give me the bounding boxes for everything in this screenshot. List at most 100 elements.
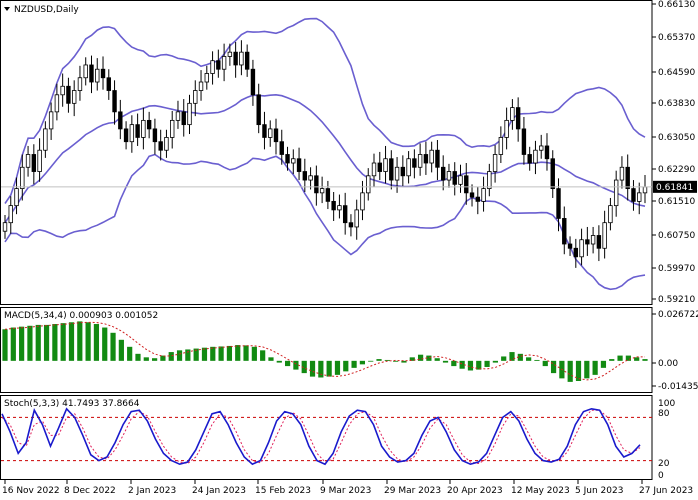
candle-body[interactable] — [302, 171, 308, 181]
macd-histogram-bar[interactable] — [417, 354, 424, 361]
candle-body[interactable] — [585, 239, 590, 245]
candle-body[interactable] — [221, 56, 227, 70]
macd-histogram-bar[interactable] — [35, 324, 41, 361]
trading-chart[interactable]: 0.61841 0.66130 0.65370 0.64590 0.63830 0.63… — [0, 0, 698, 500]
candle-body[interactable] — [475, 196, 480, 202]
macd-histogram-bar[interactable] — [368, 360, 374, 362]
macd-histogram-bar[interactable] — [135, 353, 141, 361]
candle-body[interactable] — [285, 154, 290, 164]
candle-body[interactable] — [273, 128, 279, 143]
candle-body[interactable] — [417, 154, 423, 168]
macd-histogram-bar[interactable] — [77, 321, 83, 361]
candle-body[interactable] — [216, 60, 221, 70]
candle-body[interactable] — [31, 154, 37, 172]
candle-body[interactable] — [504, 119, 509, 138]
macd-histogram-bar[interactable] — [118, 339, 124, 361]
candle-body[interactable] — [244, 51, 250, 70]
macd-histogram-bar[interactable] — [293, 360, 299, 370]
candle-body[interactable] — [181, 111, 186, 126]
candle-body[interactable] — [544, 145, 550, 160]
candle-body[interactable] — [187, 102, 192, 126]
candle-body[interactable] — [377, 162, 382, 172]
candle-body[interactable] — [14, 188, 19, 207]
candle-body[interactable] — [337, 205, 342, 211]
candle-body[interactable] — [608, 205, 613, 224]
macd-histogram-bar[interactable] — [60, 323, 66, 361]
macd-histogram-bar[interactable] — [609, 359, 615, 361]
candle-body[interactable] — [625, 166, 630, 189]
candle-body[interactable] — [435, 149, 440, 168]
candle-body[interactable] — [198, 81, 204, 91]
candle-body[interactable] — [383, 158, 388, 172]
candle-body[interactable] — [25, 154, 31, 168]
macd-histogram-bar[interactable] — [326, 360, 332, 377]
candle-body[interactable] — [510, 107, 515, 121]
candle-body[interactable] — [590, 235, 596, 245]
candle-body[interactable] — [8, 205, 13, 224]
candle-body[interactable] — [533, 149, 538, 164]
macd-histogram-bar[interactable] — [68, 322, 75, 361]
candle-body[interactable] — [152, 128, 158, 143]
candle-body[interactable] — [602, 222, 607, 249]
candle-body[interactable] — [227, 51, 233, 57]
candle-body[interactable] — [256, 94, 261, 126]
macd-histogram-bar[interactable] — [19, 326, 25, 361]
macd-histogram-bar[interactable] — [642, 359, 648, 361]
candle-body[interactable] — [100, 68, 106, 79]
candle-body[interactable] — [308, 175, 313, 181]
candle-body[interactable] — [146, 119, 152, 130]
macd-histogram-bar[interactable] — [484, 360, 490, 367]
macd-histogram-bar[interactable] — [260, 350, 266, 361]
macd-histogram-bar[interactable] — [218, 346, 224, 361]
candle-body[interactable] — [613, 179, 619, 207]
candle-body[interactable] — [83, 64, 88, 79]
candle-body[interactable] — [2, 222, 8, 232]
candle-body[interactable] — [20, 166, 25, 189]
candle-body[interactable] — [539, 145, 544, 151]
candle-body[interactable] — [279, 141, 284, 155]
candle-body[interactable] — [54, 94, 60, 113]
candle-body[interactable] — [66, 85, 71, 104]
candle-body[interactable] — [118, 111, 123, 130]
macd-histogram-bar[interactable] — [567, 360, 573, 382]
macd-histogram-bar[interactable] — [268, 357, 274, 361]
candle-body[interactable] — [164, 137, 169, 151]
candle-body[interactable] — [492, 154, 498, 172]
symbol-header[interactable]: NZDUSD,Daily — [4, 5, 79, 15]
candle-body[interactable] — [394, 166, 400, 181]
candle-body[interactable] — [567, 243, 573, 249]
candle-body[interactable] — [71, 90, 77, 104]
candle-body[interactable] — [573, 247, 579, 258]
macd-histogram-bar[interactable] — [526, 357, 532, 361]
macd-histogram-bar[interactable] — [451, 360, 457, 367]
macd-histogram-bar[interactable] — [600, 360, 607, 368]
macd-histogram-bar[interactable] — [102, 327, 108, 361]
candle-body[interactable] — [429, 149, 434, 164]
candle-body[interactable] — [556, 188, 561, 219]
candle-body[interactable] — [642, 186, 648, 194]
macd-histogram-bar[interactable] — [176, 350, 183, 361]
candle-body[interactable] — [562, 218, 567, 245]
candle-body[interactable] — [262, 124, 267, 138]
macd-histogram-bar[interactable] — [592, 360, 598, 375]
macd-histogram-bar[interactable] — [584, 360, 590, 379]
candle-body[interactable] — [389, 158, 394, 181]
candle-body[interactable] — [487, 171, 492, 189]
candle-body[interactable] — [452, 171, 457, 185]
candle-body[interactable] — [95, 68, 100, 83]
candle-body[interactable] — [521, 128, 527, 155]
candle-body[interactable] — [268, 128, 273, 138]
macd-histogram-bar[interactable] — [309, 360, 316, 377]
macd-histogram-bar[interactable] — [442, 360, 449, 363]
candle-body[interactable] — [331, 200, 336, 211]
candle-body[interactable] — [406, 158, 411, 177]
macd-histogram-bar[interactable] — [152, 358, 158, 361]
candle-body[interactable] — [550, 158, 555, 189]
macd-histogram-bar[interactable] — [284, 360, 291, 367]
macd-histogram-bar[interactable] — [27, 325, 33, 361]
candle-body[interactable] — [210, 60, 215, 74]
candle-body[interactable] — [296, 158, 302, 172]
macd-histogram-bar[interactable] — [201, 347, 208, 361]
macd-histogram-bar[interactable] — [127, 346, 133, 361]
macd-histogram-bar[interactable] — [235, 345, 241, 361]
